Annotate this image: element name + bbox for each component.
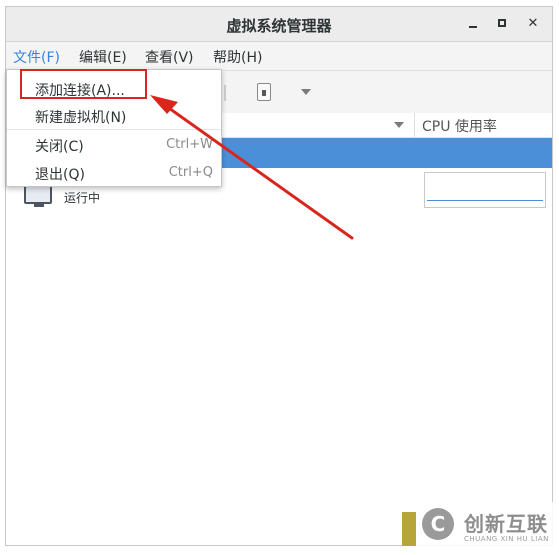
maximize-button[interactable] — [492, 14, 514, 34]
column-divider — [414, 113, 415, 137]
title-bar: 虚拟系统管理器 ✕ — [6, 7, 552, 42]
toolbar-separator — [224, 85, 226, 101]
menu-item-quit[interactable]: 退出(Q) Ctrl+Q — [7, 158, 221, 186]
menu-edit[interactable]: 编辑(E) — [79, 47, 127, 67]
minimize-icon — [469, 26, 477, 28]
maximize-icon — [498, 19, 506, 27]
menu-file[interactable]: 文件(F) — [13, 47, 60, 67]
menu-item-label: 退出(Q) — [35, 167, 85, 183]
vm-details-icon[interactable] — [257, 83, 271, 101]
menu-item-shortcut: Ctrl+W — [166, 137, 213, 152]
menu-item-shortcut: Ctrl+Q — [168, 165, 213, 180]
sort-dropdown-icon[interactable] — [394, 122, 404, 128]
cpu-usage-graph — [424, 172, 546, 208]
menu-bar: 文件(F) 编辑(E) 查看(V) 帮助(H) — [6, 42, 552, 71]
cpu-usage-column-header[interactable]: CPU 使用率 — [422, 116, 497, 136]
close-icon: ✕ — [527, 16, 539, 31]
menu-item-close[interactable]: 关闭(C) Ctrl+W — [7, 130, 221, 158]
watermark-brand-cn: 创新互联 — [464, 512, 548, 536]
minimize-button[interactable] — [462, 14, 484, 34]
watermark-side-badge — [402, 512, 416, 546]
cpu-graph-line — [427, 200, 543, 201]
watermark: C 创新互联 CHUANG XIN HU LIAN — [402, 502, 557, 550]
menu-help[interactable]: 帮助(H) — [213, 47, 262, 67]
watermark-logo-icon: C — [422, 508, 454, 540]
menu-item-label: 关闭(C) — [35, 139, 84, 155]
close-button[interactable]: ✕ — [522, 14, 544, 34]
menu-item-label: 新建虚拟机(N) — [35, 110, 127, 126]
menu-view[interactable]: 查看(V) — [145, 47, 194, 67]
menu-item-new-vm[interactable]: 新建虚拟机(N) — [7, 101, 221, 129]
watermark-brand-en: CHUANG XIN HU LIAN — [464, 535, 549, 543]
chevron-down-icon[interactable] — [301, 89, 311, 95]
vm-status: 运行中 — [64, 191, 101, 205]
annotation-highlight-box — [20, 69, 147, 99]
